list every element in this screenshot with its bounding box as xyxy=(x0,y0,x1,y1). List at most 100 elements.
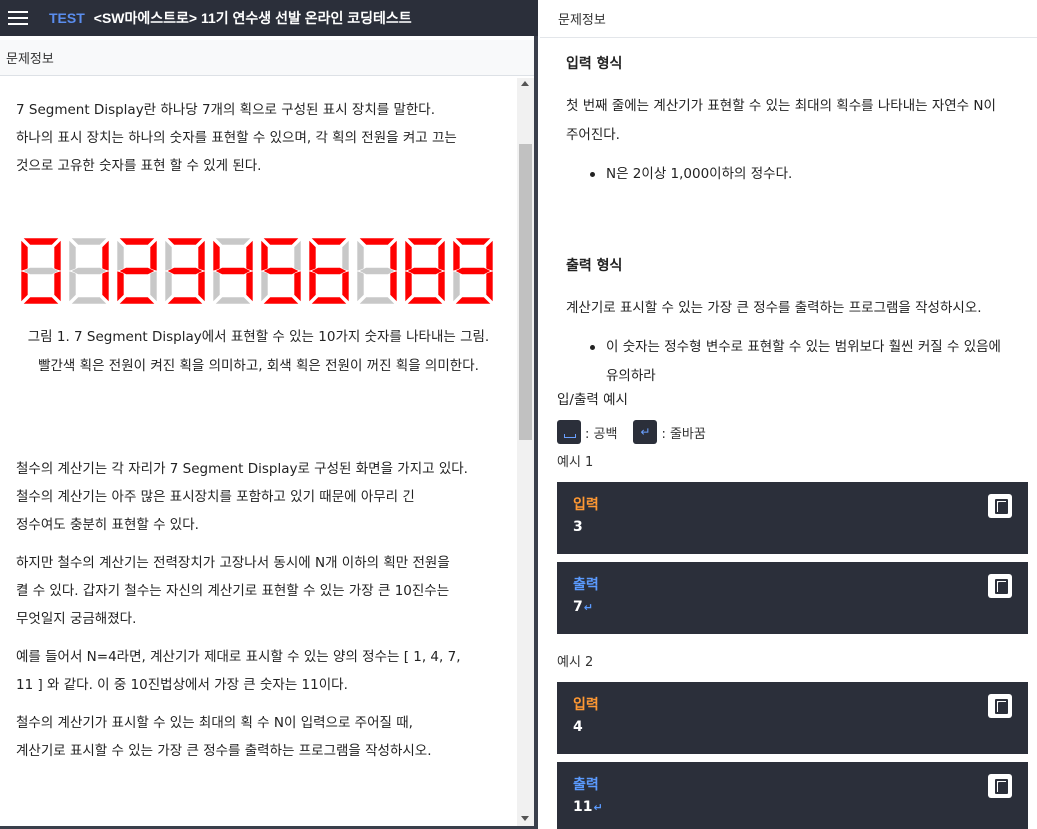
scroll-down-icon[interactable] xyxy=(521,816,529,821)
segment-e xyxy=(164,270,173,303)
output-format-desc: 계산기로 표시할 수 있는 가장 큰 정수를 출력하는 프로그램을 작성하시오. xyxy=(566,300,982,316)
segment-a xyxy=(358,237,396,246)
paragraph-line: 계산기로 표시할 수 있는 가장 큰 정수를 출력하는 프로그램을 작성하시오. xyxy=(16,743,432,759)
segment-e xyxy=(116,270,125,303)
segment-c xyxy=(485,270,494,303)
paragraph-line: 철수의 계산기는 아주 많은 표시장치를 포함하고 있기 때문에 아무리 긴 xyxy=(16,489,415,505)
app-root: TEST <SW마에스트로> 11기 연수생 선발 온라인 코딩테스트 문제정보… xyxy=(0,0,1037,829)
segment-b xyxy=(197,239,206,272)
example-input-card: 입력 3 xyxy=(557,482,1028,554)
segment-e xyxy=(308,270,317,303)
paragraph: 철수의 계산기가 표시할 수 있는 최대의 획 수 N이 입력으로 주어질 때,… xyxy=(16,709,501,765)
problem-info-tab[interactable]: 문제정보 xyxy=(0,40,534,76)
segment-g xyxy=(406,267,444,275)
segment-e xyxy=(212,270,221,303)
segment-d xyxy=(262,296,300,305)
segment-a xyxy=(22,237,60,246)
intro-line: 7 Segment Display란 하나당 7개의 획으로 구성된 표시 장치… xyxy=(16,102,436,118)
newline-mark-icon: ↵ xyxy=(583,601,593,614)
io-examples-title: 입/출력 예시 xyxy=(557,392,628,408)
segment-f xyxy=(404,239,413,272)
test-title: <SW마에스트로> 11기 연수생 선발 온라인 코딩테스트 xyxy=(93,10,412,26)
intro-line: 것으로 고유한 숫자를 표현 할 수 있게 된다. xyxy=(16,158,262,174)
paragraph: 철수의 계산기는 각 자리가 7 Segment Display로 구성된 화면… xyxy=(16,455,501,539)
seven-segment-digit-2 xyxy=(116,237,158,305)
example-input-key: 입력 xyxy=(573,497,599,513)
segment-c xyxy=(245,270,254,303)
intro-line: 하나의 표시 장치는 하나의 숫자를 표현할 수 있으며, 각 획의 전원을 켜… xyxy=(16,130,457,146)
segment-f xyxy=(212,239,221,272)
segment-d xyxy=(310,296,348,305)
input-bullet: N은 2이상 1,000이하의 정수다. xyxy=(566,160,1021,189)
seven-segment-digit-7 xyxy=(356,237,398,305)
segment-d xyxy=(22,296,60,305)
test-tag: TEST xyxy=(49,10,85,26)
segment-b xyxy=(149,239,158,272)
example-label: 예시 1 xyxy=(557,455,594,470)
segment-e xyxy=(452,270,461,303)
segment-g xyxy=(358,267,396,275)
hamburger-icon[interactable] xyxy=(8,10,28,26)
output-format-title: 출력 형식 xyxy=(566,258,623,274)
seven-segment-digit-6 xyxy=(308,237,350,305)
segment-f xyxy=(20,239,29,272)
newline-icon: ↵ xyxy=(633,420,658,444)
segment-f xyxy=(308,239,317,272)
segment-f xyxy=(68,239,77,272)
seven-segment-digit-3 xyxy=(164,237,206,305)
seven-segment-digit-9 xyxy=(452,237,494,305)
segment-a xyxy=(118,237,156,246)
copy-icon[interactable] xyxy=(988,774,1012,798)
segment-e xyxy=(20,270,29,303)
seven-segment-digit-8 xyxy=(404,237,446,305)
segment-e xyxy=(404,270,413,303)
paragraph-line: 켤 수 있다. 갑자기 철수는 자신의 계산기로 표현할 수 있는 가장 큰 1… xyxy=(16,583,450,599)
output-bullet: 이 숫자는 정수형 변수로 표현할 수 있는 범위보다 훨씬 커질 수 있음에 … xyxy=(566,333,1021,384)
problem-info-tab-right[interactable]: 문제정보 xyxy=(540,0,1037,38)
segment-a xyxy=(262,237,300,246)
paragraph-line: 정수여도 충분히 표현할 수 있다. xyxy=(16,517,199,533)
copy-icon[interactable] xyxy=(988,574,1012,598)
segment-c xyxy=(437,270,446,303)
example-output-key: 출력 xyxy=(573,777,599,793)
output-value-text: 11 xyxy=(573,799,593,815)
pane-divider xyxy=(534,36,538,829)
segment-e xyxy=(356,270,365,303)
output-value-text: 7 xyxy=(573,599,583,615)
example-output-value: 11↵ xyxy=(573,799,603,815)
output-bullet-line: 이 숫자는 정수형 변수로 표현할 수 있는 범위보다 훨씬 커질 수 있음에 xyxy=(606,339,1001,355)
figure-caption: 그림 1. 7 Segment Display에서 표현할 수 있는 10가지 … xyxy=(16,323,501,381)
segment-d xyxy=(214,296,252,305)
segment-c xyxy=(149,270,158,303)
segment-g xyxy=(214,267,252,275)
example-output-card: 출력 7↵ xyxy=(557,562,1028,634)
segment-b xyxy=(245,239,254,272)
segment-d xyxy=(166,296,204,305)
copy-icon[interactable] xyxy=(988,494,1012,518)
segment-d xyxy=(454,296,492,305)
paragraph-line: 철수의 계산기는 각 자리가 7 Segment Display로 구성된 화면… xyxy=(16,461,468,477)
segment-f xyxy=(356,239,365,272)
space-icon xyxy=(557,420,581,444)
input-format-desc: 첫 번째 줄에는 계산기가 표현할 수 있는 최대의 획수를 나타내는 자연수 … xyxy=(566,92,1021,150)
segment-c xyxy=(341,270,350,303)
copy-icon[interactable] xyxy=(988,694,1012,718)
seven-segment-figure xyxy=(17,235,501,307)
segment-d xyxy=(118,296,156,305)
paragraph-line: 철수의 계산기가 표시할 수 있는 최대의 획 수 N이 입력으로 주어질 때, xyxy=(16,715,413,731)
paragraph-line: 하지만 철수의 계산기는 전력장치가 고장나서 동시에 N개 이하의 획만 전원… xyxy=(16,555,450,571)
segment-a xyxy=(166,237,204,246)
segment-d xyxy=(358,296,396,305)
example-input-key: 입력 xyxy=(573,697,599,713)
problem-scrollbar[interactable] xyxy=(517,78,534,826)
example-output-value: 7↵ xyxy=(573,599,593,615)
example-label: 예시 2 xyxy=(557,655,594,670)
scroll-thumb[interactable] xyxy=(519,144,532,440)
segment-c xyxy=(293,270,302,303)
segment-e xyxy=(68,270,77,303)
scroll-up-icon[interactable] xyxy=(521,81,529,86)
caption-line: 그림 1. 7 Segment Display에서 표현할 수 있는 10가지 … xyxy=(27,329,490,345)
paragraph-line: 무엇일지 궁금해졌다. xyxy=(16,611,137,627)
segment-b xyxy=(341,239,350,272)
